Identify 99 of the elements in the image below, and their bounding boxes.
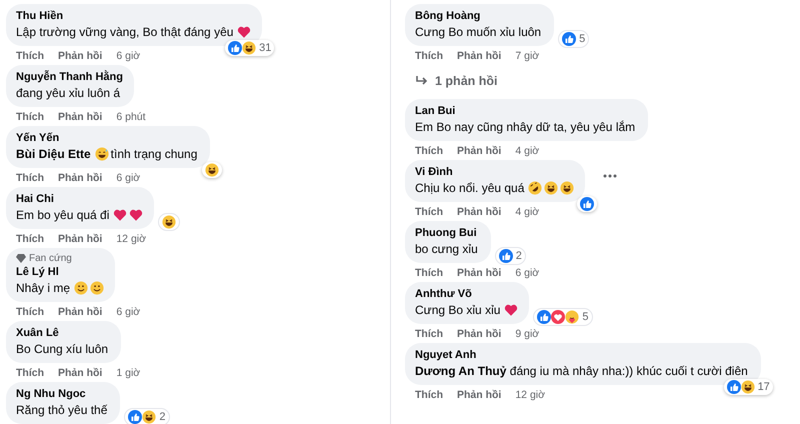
like-link[interactable]: Thích — [16, 50, 44, 62]
commenter-name[interactable]: Bông Hoàng — [415, 9, 544, 23]
badge-label: Fan cứng — [29, 253, 72, 264]
comment-time: 4 giờ — [515, 206, 540, 218]
commenter-name[interactable]: Phuong Bui — [415, 226, 480, 240]
like-icon[interactable] — [537, 310, 552, 324]
heart-icon — [129, 208, 144, 222]
comment-text: Bùi Diệu Ette — [16, 146, 91, 162]
smiling-face-icon — [90, 281, 104, 295]
like-icon[interactable] — [562, 32, 576, 46]
commenter-name[interactable]: Ng Nhu Ngoc — [16, 387, 110, 401]
reaction-summary[interactable]: 31 — [225, 40, 274, 56]
heart-icon — [113, 208, 128, 222]
like-link[interactable]: Thích — [415, 328, 443, 340]
comment-time: 7 giờ — [515, 50, 540, 62]
like-icon[interactable] — [228, 41, 242, 55]
commenter-name[interactable]: Lan Bui — [415, 104, 638, 118]
more-icon[interactable] — [603, 174, 618, 178]
view-replies-link[interactable]: 1 phản hồi — [405, 65, 800, 99]
hugging-face-icon — [565, 310, 580, 324]
comment-time: 9 giờ — [515, 328, 540, 340]
smiling-face-icon — [74, 281, 88, 295]
commenter-name[interactable]: Anhthư Võ — [415, 287, 518, 301]
commenter-name[interactable]: Xuân Lê — [16, 326, 110, 340]
reply-link[interactable]: Phản hồi — [58, 367, 102, 379]
reaction-summary[interactable]: 2 — [124, 408, 170, 424]
like-icon[interactable] — [726, 380, 741, 394]
reply-link[interactable]: Phản hồi — [58, 172, 102, 184]
like-icon[interactable] — [128, 410, 142, 424]
laughing-face-icon — [740, 380, 755, 394]
like-link[interactable]: Thích — [16, 111, 44, 123]
comment-text: Lập trường vững vàng, Bo thật đáng yêu — [16, 24, 234, 40]
comment-text: Dương An Thuỷ đáng iu mà nhây nha:)) khúc cuối t cười điên — [415, 363, 748, 379]
laughing-face-icon — [142, 410, 156, 424]
reply-link[interactable]: Phản hồi — [58, 50, 102, 62]
comment-time: 6 giờ — [116, 50, 140, 62]
reply-link[interactable]: Phản hồi — [457, 145, 502, 157]
reaction-summary[interactable] — [158, 213, 180, 231]
like-link[interactable]: Thích — [16, 367, 44, 379]
reaction-summary[interactable]: 17 — [724, 379, 773, 395]
reply-link[interactable]: Phản hồi — [58, 306, 102, 318]
like-link[interactable]: Thích — [415, 145, 443, 157]
commenter-name[interactable]: Yến Yến — [16, 131, 200, 145]
reaction-summary[interactable] — [202, 162, 222, 178]
comment-text: Cưng Bo muốn xỉu luôn — [415, 24, 542, 40]
commenter-name[interactable]: Vi Đình — [415, 165, 574, 179]
comment-time: 12 giờ — [515, 389, 545, 401]
comment-text: tình trạng chung — [110, 146, 198, 162]
laughing-face-icon — [560, 181, 574, 195]
comment-text: đang yêu xỉu luôn á — [16, 85, 120, 101]
commenter-name[interactable]: Hai Chi — [16, 192, 144, 206]
comment-text: Bo Cung xíu luôn — [16, 341, 108, 357]
grinning-face-icon — [94, 147, 109, 161]
reply-link[interactable]: Phản hồi — [457, 389, 502, 401]
comment-text: Cưng Bo xỉu xỉu — [415, 302, 500, 318]
reaction-summary[interactable]: 5 — [558, 30, 590, 48]
comment-time: 6 giờ — [515, 267, 540, 279]
reply-arrow-icon — [415, 76, 429, 86]
reply-link[interactable]: Phản hồi — [457, 50, 502, 62]
comment-time: 6 phút — [116, 111, 146, 123]
reaction-summary[interactable]: 5 — [533, 308, 593, 326]
laughing-face-icon — [162, 215, 176, 229]
comment-text: Em Bo nay cũng nhây dữ ta, yêu yêu lắm — [415, 119, 636, 135]
commenter-name[interactable]: Nguyet Anh — [415, 348, 750, 362]
commenter-name[interactable]: Lê Lý Hl — [16, 265, 104, 279]
like-link[interactable]: Thích — [16, 172, 44, 184]
comment-text: bo cưng xỉu — [415, 241, 478, 257]
comment-text: Nhây i mẹ — [16, 280, 70, 296]
reply-link[interactable]: Phản hồi — [457, 206, 502, 218]
comment-time: 12 giờ — [116, 233, 146, 245]
laughing-face-icon — [544, 181, 558, 195]
diamond-icon — [16, 254, 26, 263]
like-icon[interactable] — [580, 197, 594, 211]
rolling-laughing-face-icon — [528, 181, 542, 195]
reaction-summary[interactable]: 2 — [494, 247, 526, 265]
reply-link[interactable]: Phản hồi — [58, 233, 102, 245]
laughing-face-icon — [242, 41, 256, 55]
like-link[interactable]: Thích — [415, 267, 443, 279]
comment-text: Chịu ko nổi. yêu quá — [415, 180, 524, 196]
reply-link[interactable]: Phản hồi — [457, 328, 502, 340]
comment-time: 4 giờ — [515, 145, 540, 157]
comment-time: 6 giờ — [116, 306, 140, 318]
comment-time: 1 giờ — [116, 367, 140, 379]
reply-link[interactable]: Phản hồi — [58, 111, 102, 123]
comment-time: 6 giờ — [116, 172, 140, 184]
like-link[interactable]: Thích — [415, 389, 443, 401]
commenter-name[interactable]: Nguyễn Thanh Hằng — [16, 70, 123, 84]
reply-link[interactable]: Phản hồi — [457, 267, 502, 279]
commenter-name[interactable]: Thu Hiền — [16, 9, 252, 23]
heart-icon — [504, 303, 518, 317]
like-link[interactable]: Thích — [16, 233, 44, 245]
like-link[interactable]: Thích — [415, 50, 443, 62]
like-link[interactable]: Thích — [415, 206, 443, 218]
heart-icon — [237, 25, 252, 39]
comment-text: Răng thỏ yêu thế — [16, 402, 108, 418]
like-link[interactable]: Thích — [16, 306, 44, 318]
comment-text: Em bo yêu quá đi — [16, 207, 110, 223]
laughing-face-icon — [205, 163, 220, 177]
like-icon[interactable] — [498, 249, 513, 263]
